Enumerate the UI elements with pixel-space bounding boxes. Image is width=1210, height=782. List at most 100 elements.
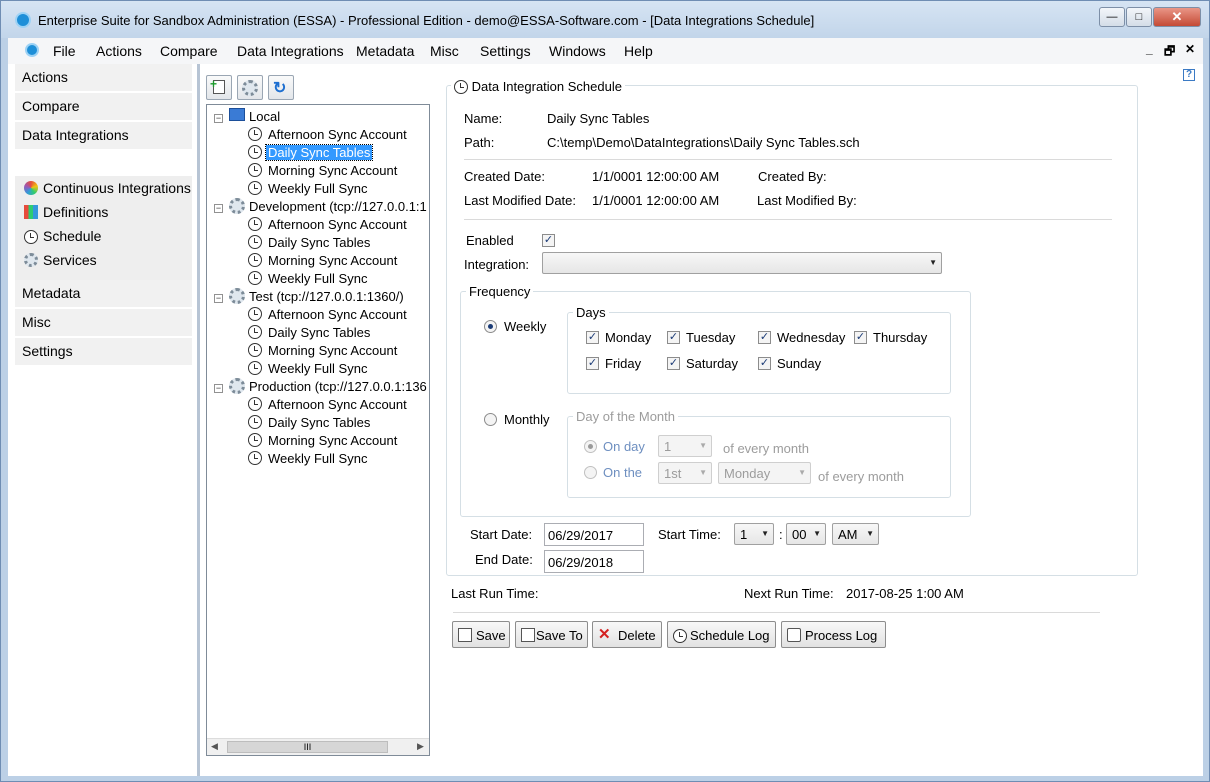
tree-item[interactable]: Afternoon Sync Account xyxy=(248,306,428,324)
monthly-radio[interactable] xyxy=(484,413,497,426)
tree-item-selected[interactable]: Daily Sync Tables xyxy=(248,144,428,162)
menu-actions[interactable]: Actions xyxy=(96,43,142,59)
start-hour-dropdown[interactable]: 1 xyxy=(734,523,774,545)
path-label: Path: xyxy=(464,135,495,150)
tree-item[interactable]: Daily Sync Tables xyxy=(248,324,428,342)
nav-item-definitions[interactable]: Definitions xyxy=(24,202,192,226)
friday-checkbox[interactable]: ✓ xyxy=(586,357,599,370)
on-the-ordinal-dropdown[interactable]: 1st xyxy=(658,462,712,484)
menu-windows[interactable]: Windows xyxy=(549,43,606,59)
tree-item[interactable]: Morning Sync Account xyxy=(248,162,428,180)
save-to-button[interactable]: Save To xyxy=(515,621,588,648)
clock-icon xyxy=(248,361,262,375)
expander-icon[interactable]: − xyxy=(214,294,223,303)
tree-node-production[interactable]: Production (tcp://127.0.0.1:136 xyxy=(229,378,429,396)
help-icon[interactable]: ? xyxy=(1183,69,1195,81)
on-the-radio[interactable] xyxy=(584,466,597,479)
menu-file[interactable]: File xyxy=(53,43,76,59)
schedule-tree[interactable]: − Local Afternoon Sync Account Daily Syn… xyxy=(206,104,430,756)
refresh-button[interactable]: ↻ xyxy=(268,75,294,100)
weekly-radio[interactable] xyxy=(484,320,497,333)
nav-settings[interactable]: Settings xyxy=(15,338,192,365)
tree-node-test[interactable]: Test (tcp://127.0.0.1:1360/) xyxy=(229,288,429,306)
thursday-checkbox[interactable]: ✓ xyxy=(854,331,867,344)
clock-icon xyxy=(248,235,262,249)
menu-bar: File Actions Compare Data Integrations M… xyxy=(8,38,1203,64)
tuesday-label: Tuesday xyxy=(686,330,736,345)
divider xyxy=(464,159,1112,160)
clock-icon xyxy=(454,79,468,94)
tree-item[interactable]: Weekly Full Sync xyxy=(248,270,428,288)
scroll-left-icon[interactable]: ◀ xyxy=(211,741,218,752)
start-ampm-dropdown[interactable]: AM xyxy=(832,523,879,545)
wednesday-checkbox[interactable]: ✓ xyxy=(758,331,771,344)
of-every-month-label: of every month xyxy=(818,469,904,484)
mdi-restore-icon[interactable]: 🗗 xyxy=(1164,42,1175,63)
tree-item[interactable]: Daily Sync Tables xyxy=(248,234,428,252)
clock-icon xyxy=(248,451,262,465)
save-icon xyxy=(458,628,472,642)
tree-node-development[interactable]: Development (tcp://127.0.0.1:1 xyxy=(229,198,429,216)
nav-actions[interactable]: Actions xyxy=(15,64,192,91)
saturday-checkbox[interactable]: ✓ xyxy=(667,357,680,370)
tree-item[interactable]: Weekly Full Sync xyxy=(248,180,428,198)
tree-item[interactable]: Afternoon Sync Account xyxy=(248,126,428,144)
end-date-input[interactable]: 06/29/2018 xyxy=(544,550,644,573)
tuesday-checkbox[interactable]: ✓ xyxy=(667,331,680,344)
on-day-radio[interactable] xyxy=(584,440,597,453)
panel-splitter[interactable] xyxy=(197,64,200,776)
minimize-icon[interactable]: — xyxy=(1099,7,1125,27)
expander-icon[interactable]: − xyxy=(214,204,223,213)
mdi-minimize-icon[interactable]: _ xyxy=(1146,42,1153,56)
tree-item[interactable]: Afternoon Sync Account xyxy=(248,396,428,414)
clock-icon xyxy=(248,415,262,429)
menu-data-integrations[interactable]: Data Integrations xyxy=(237,43,344,59)
menu-misc[interactable]: Misc xyxy=(430,43,459,59)
delete-button[interactable]: ✕ Delete xyxy=(592,621,662,648)
mdi-close-icon[interactable]: ✕ xyxy=(1185,42,1195,56)
start-minute-dropdown[interactable]: 00 xyxy=(786,523,826,545)
nav-data-integrations[interactable]: Data Integrations xyxy=(15,122,192,149)
start-date-input[interactable]: 06/29/2017 xyxy=(544,523,644,546)
expander-icon[interactable]: − xyxy=(214,114,223,123)
server-gear-icon xyxy=(229,198,245,214)
tree-item[interactable]: Daily Sync Tables xyxy=(248,414,428,432)
title-bar[interactable]: Enterprise Suite for Sandbox Administrat… xyxy=(1,1,1209,38)
monday-checkbox[interactable]: ✓ xyxy=(586,331,599,344)
tree-item[interactable]: Morning Sync Account xyxy=(248,252,428,270)
save-button[interactable]: Save xyxy=(452,621,510,648)
nav-compare[interactable]: Compare xyxy=(15,93,192,120)
enabled-checkbox[interactable]: ✓ xyxy=(542,234,555,247)
tree-node-local[interactable]: Local xyxy=(229,108,429,126)
on-day-dropdown[interactable]: 1 xyxy=(658,435,712,457)
menu-help[interactable]: Help xyxy=(624,43,653,59)
schedule-log-button[interactable]: Schedule Log xyxy=(667,621,776,648)
scroll-thumb[interactable]: III xyxy=(227,741,388,753)
menu-settings[interactable]: Settings xyxy=(480,43,531,59)
tree-item[interactable]: Morning Sync Account xyxy=(248,342,428,360)
close-icon[interactable]: ✕ xyxy=(1153,7,1201,27)
new-schedule-button[interactable]: + xyxy=(206,75,232,100)
tree-item[interactable]: Morning Sync Account xyxy=(248,432,428,450)
nav-item-schedule[interactable]: Schedule xyxy=(24,226,192,250)
expander-icon[interactable]: − xyxy=(214,384,223,393)
tree-item[interactable]: Weekly Full Sync xyxy=(248,450,428,468)
tree-horizontal-scrollbar[interactable]: ◀ III ▶ xyxy=(207,738,429,755)
integration-dropdown[interactable] xyxy=(542,252,942,274)
integration-label: Integration: xyxy=(464,257,530,272)
app-menu-icon[interactable] xyxy=(25,43,39,57)
on-the-weekday-dropdown[interactable]: Monday xyxy=(718,462,811,484)
sunday-checkbox[interactable]: ✓ xyxy=(758,357,771,370)
tree-item[interactable]: Afternoon Sync Account xyxy=(248,216,428,234)
nav-item-continuous-integrations[interactable]: Continuous Integrations xyxy=(24,178,192,202)
nav-item-services[interactable]: Services xyxy=(24,250,192,274)
menu-metadata[interactable]: Metadata xyxy=(356,43,414,59)
maximize-icon[interactable]: □ xyxy=(1126,7,1152,27)
nav-metadata[interactable]: Metadata xyxy=(15,280,192,307)
scroll-right-icon[interactable]: ▶ xyxy=(417,741,424,752)
nav-misc[interactable]: Misc xyxy=(15,309,192,336)
menu-compare[interactable]: Compare xyxy=(160,43,218,59)
process-log-button[interactable]: Process Log xyxy=(781,621,886,648)
tree-item[interactable]: Weekly Full Sync xyxy=(248,360,428,378)
add-server-button[interactable] xyxy=(237,75,263,100)
